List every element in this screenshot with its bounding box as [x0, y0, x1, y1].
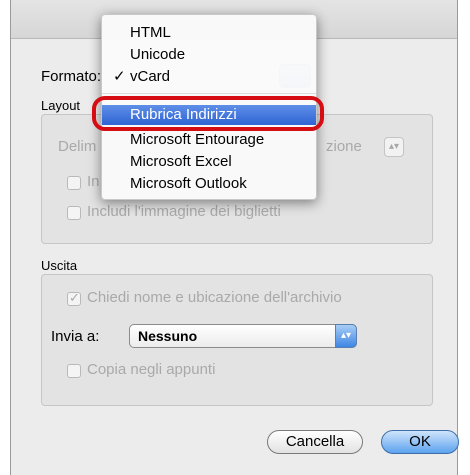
checkmark-icon: ✓ [69, 290, 80, 305]
menu-item-html[interactable]: HTML [102, 23, 316, 43]
ok-button[interactable]: OK [381, 430, 459, 454]
send-to-label: Invia a: [51, 328, 100, 345]
highlight-ring-annotation [92, 96, 324, 131]
include-images-checkbox[interactable] [67, 206, 81, 220]
cancel-button[interactable]: Cancella [267, 430, 363, 454]
menu-item-label: HTML [130, 24, 171, 41]
ask-name-checkbox[interactable]: ✓ [67, 290, 81, 306]
menu-separator [102, 93, 316, 94]
menu-item-label: Unicode [130, 46, 186, 63]
include-partial-checkbox[interactable] [67, 176, 81, 190]
layout-group-label: Layout [41, 98, 81, 113]
menu-item-unicode[interactable]: Unicode [102, 45, 316, 65]
menu-item-vcard[interactable]: ✓ vCard [102, 67, 316, 87]
checkmark-icon: ✓ [113, 68, 126, 85]
menu-item-label: Microsoft Outlook [130, 175, 247, 192]
send-to-popup[interactable]: Nessuno ▴▾ [129, 324, 357, 348]
include-partial-label: In [87, 173, 100, 190]
menu-item-microsoft-excel[interactable]: Microsoft Excel [102, 152, 316, 172]
output-group-label: Uscita [41, 258, 78, 273]
delimiter-value: zione [326, 138, 362, 155]
menu-item-label: Microsoft Entourage [130, 131, 265, 148]
popup-arrows-icon: ▴▾ [335, 324, 357, 348]
copy-clipboard-checkbox[interactable] [67, 364, 81, 378]
delimiter-label: Delim [58, 138, 97, 155]
delimiter-stepper[interactable]: ▴▾ [384, 137, 404, 157]
include-images-label: Includi l'immagine dei biglietti [87, 203, 281, 220]
menu-item-label: vCard [130, 68, 171, 85]
format-label: Formato: [41, 68, 102, 85]
menu-item-microsoft-entourage[interactable]: Microsoft Entourage [102, 130, 316, 150]
copy-clipboard-label: Copia negli appunti [87, 361, 216, 378]
ask-name-label: Chiedi nome e ubicazione dell'archivio [87, 289, 342, 306]
menu-item-microsoft-outlook[interactable]: Microsoft Outlook [102, 174, 316, 194]
send-to-value: Nessuno [138, 328, 198, 344]
menu-item-label: Microsoft Excel [130, 153, 232, 170]
